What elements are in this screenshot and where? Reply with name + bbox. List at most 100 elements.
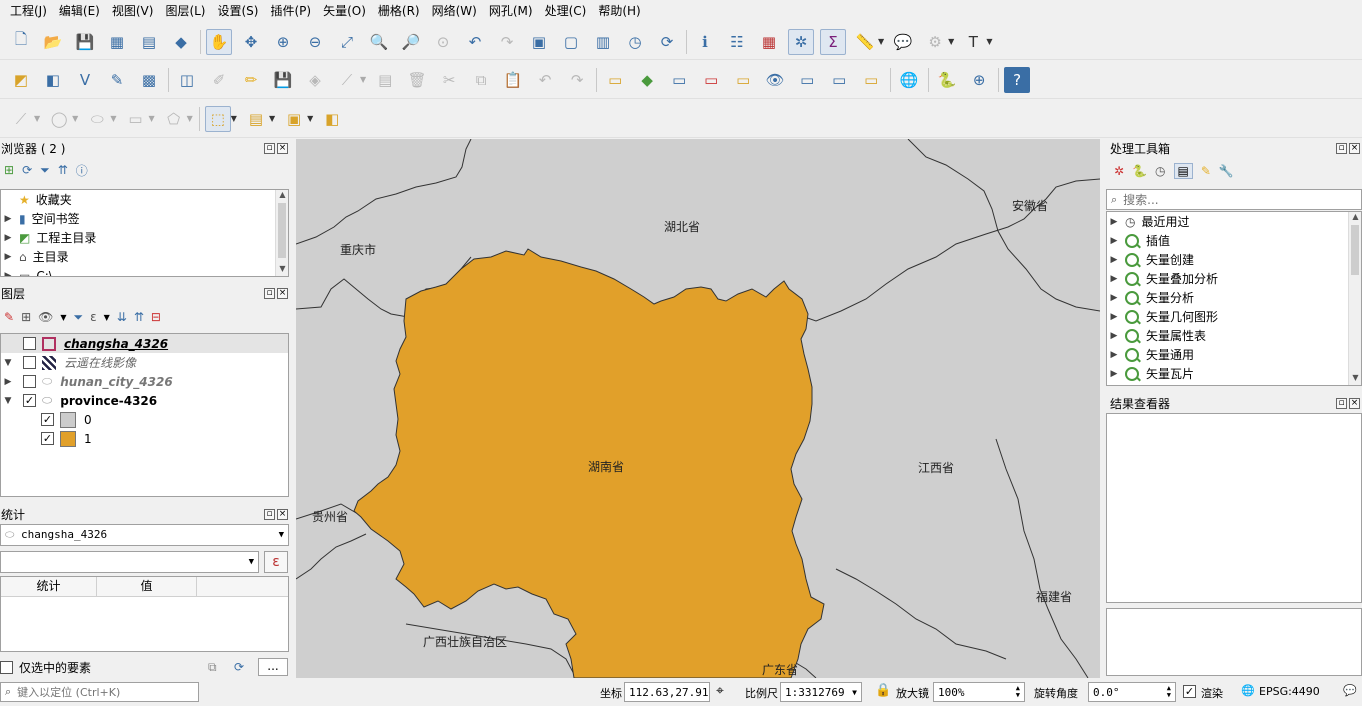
- highlight-labels-icon[interactable]: ▭: [698, 67, 724, 93]
- menu-edit[interactable]: 编辑(E): [53, 1, 106, 21]
- legend-checkbox[interactable]: ✓: [41, 432, 54, 445]
- processing-toolbox-icon[interactable]: ✲: [788, 28, 814, 55]
- zoom-in-icon[interactable]: ⊕: [270, 29, 296, 55]
- coord-field[interactable]: 112.63,27.91: [624, 682, 710, 702]
- stats-col-header[interactable]: 值: [97, 577, 197, 596]
- mouse-cursor-icon[interactable]: ⌖: [716, 683, 724, 699]
- layer-checkbox[interactable]: [23, 337, 36, 350]
- legend-item[interactable]: ✓ 0: [1, 410, 288, 429]
- measure-icon[interactable]: 📏: [852, 29, 878, 55]
- toolbox-scrollbar[interactable]: ▲ ▼: [1348, 212, 1361, 385]
- add-rectangle-icon[interactable]: ▭: [122, 106, 148, 132]
- browser-scrollbar[interactable]: ▲ ▼: [275, 190, 288, 276]
- change-label-icon[interactable]: ▭: [858, 67, 884, 93]
- layer-item[interactable]: changsha_4326: [1, 334, 288, 353]
- label-tool-icon[interactable]: ▭: [602, 67, 628, 93]
- pan-icon[interactable]: ✋: [206, 28, 232, 55]
- filter-icon[interactable]: ⏷: [40, 163, 50, 178]
- digitize-curve-icon[interactable]: ⟋: [8, 106, 34, 132]
- field-calculator-icon[interactable]: ▦: [756, 29, 782, 55]
- results-viewer-icon[interactable]: ▤: [1173, 163, 1193, 179]
- refresh-icon[interactable]: ⟳: [234, 660, 244, 674]
- messages-icon[interactable]: 💬: [1343, 684, 1357, 697]
- new-project-icon[interactable]: 🗋: [8, 29, 34, 55]
- collapse-all-icon[interactable]: ⇈: [58, 163, 68, 177]
- stats-field-select[interactable]: ▼: [0, 551, 259, 573]
- attribute-table-icon[interactable]: ☷: [724, 29, 750, 55]
- filter-legend-icon[interactable]: ⏷: [74, 310, 84, 325]
- add-raster-layer-icon[interactable]: ✎: [104, 67, 130, 93]
- browser-item[interactable]: ▶ ▭ C:\: [1, 266, 288, 277]
- menu-vector[interactable]: 矢量(O): [317, 1, 372, 21]
- new-geopackage-layer-icon[interactable]: ◧: [40, 67, 66, 93]
- pan-to-selection-icon[interactable]: ✥: [238, 29, 264, 55]
- menu-layer[interactable]: 图层(L): [159, 1, 211, 21]
- layer-checkbox[interactable]: [23, 356, 36, 369]
- statistical-summary-icon[interactable]: Σ: [820, 28, 846, 55]
- close-icon[interactable]: ×: [277, 287, 288, 299]
- layer-item[interactable]: ▼ 云遥在线影像: [1, 353, 288, 372]
- zoom-next-icon[interactable]: ↷: [494, 29, 520, 55]
- float-icon[interactable]: ▫: [1336, 142, 1347, 154]
- locator-input[interactable]: [17, 685, 188, 699]
- show-bookmarks-icon[interactable]: ▢: [558, 29, 584, 55]
- legend-item[interactable]: ✓ 1: [1, 429, 288, 448]
- open-project-icon[interactable]: 📂: [40, 29, 66, 55]
- menu-web[interactable]: 网络(W): [426, 1, 483, 21]
- zoom-full-icon[interactable]: ⤢: [334, 29, 360, 55]
- layer-checkbox[interactable]: [23, 375, 36, 388]
- style-manager-icon[interactable]: ◆: [168, 29, 194, 55]
- delete-selected-icon[interactable]: 🗑: [404, 67, 430, 93]
- menu-plugins[interactable]: 插件(P): [264, 1, 317, 21]
- toggle-editing-icon[interactable]: ✏: [238, 67, 264, 93]
- toolbox-item[interactable]: ▶ 矢量通用: [1107, 345, 1361, 364]
- data-source-manager-icon[interactable]: ◩: [8, 67, 34, 93]
- crs-globe-icon[interactable]: 🌐: [1241, 684, 1255, 697]
- identify-icon[interactable]: ℹ: [692, 29, 718, 55]
- select-by-value-icon[interactable]: ▤: [243, 106, 269, 132]
- add-vector-layer-icon[interactable]: V: [72, 67, 98, 93]
- options-icon[interactable]: 🔧: [1219, 164, 1234, 178]
- collapse-all-icon[interactable]: ⇈: [134, 310, 144, 324]
- text-annotation-icon[interactable]: T: [960, 29, 986, 55]
- close-icon[interactable]: ×: [277, 142, 288, 154]
- map-tips-icon[interactable]: 💬: [890, 29, 916, 55]
- close-icon[interactable]: ×: [1349, 397, 1360, 409]
- close-icon[interactable]: ×: [1349, 142, 1360, 154]
- menu-project[interactable]: 工程(J): [4, 1, 53, 21]
- cut-features-icon[interactable]: ✂: [436, 67, 462, 93]
- save-edits-icon[interactable]: 💾: [270, 67, 296, 93]
- filter-expression-icon[interactable]: ε: [90, 310, 97, 324]
- expand-all-icon[interactable]: ⇊: [117, 310, 127, 324]
- more-button[interactable]: ...: [258, 658, 288, 676]
- zoom-to-selection-icon[interactable]: 🔍: [366, 29, 392, 55]
- browser-item[interactable]: ▶ ⌂ 主目录: [1, 247, 288, 266]
- models-icon[interactable]: ✲: [1114, 164, 1124, 178]
- add-selected-layers-icon[interactable]: ⊞: [4, 163, 14, 177]
- redo-icon[interactable]: ↷: [564, 67, 590, 93]
- toolbox-item[interactable]: ▶ 矢量分析: [1107, 288, 1361, 307]
- zoom-to-layer-icon[interactable]: 🔎: [398, 29, 424, 55]
- properties-icon[interactable]: ⓘ: [76, 162, 88, 179]
- move-label-icon[interactable]: ▭: [730, 67, 756, 93]
- menu-processing[interactable]: 处理(C): [539, 1, 593, 21]
- network-icon[interactable]: ⊕: [966, 67, 992, 93]
- remove-layer-icon[interactable]: ⊟: [151, 310, 161, 324]
- lock-icon[interactable]: 🔒: [875, 683, 891, 698]
- stats-col-header[interactable]: 统计: [1, 577, 97, 596]
- toolbox-item[interactable]: ▶ 矢量创建: [1107, 250, 1361, 269]
- copy-icon[interactable]: ⧉: [208, 660, 217, 675]
- temporal-controller-icon[interactable]: ◷: [622, 29, 648, 55]
- toolbox-item[interactable]: ▶ 矢量属性表: [1107, 326, 1361, 345]
- move-label-arrow-icon[interactable]: ▭: [794, 67, 820, 93]
- expression-button[interactable]: ε: [264, 551, 288, 573]
- plugin-globe-icon[interactable]: 🌐: [896, 67, 922, 93]
- layer-styling-icon[interactable]: ✎: [4, 310, 14, 324]
- help-icon[interactable]: ?: [1004, 66, 1031, 93]
- float-icon[interactable]: ▫: [264, 142, 275, 154]
- toolbox-search-input[interactable]: [1123, 192, 1324, 207]
- layout-manager-icon[interactable]: ▤: [136, 29, 162, 55]
- stats-layer-select[interactable]: ⬭ changsha_4326 ▼: [0, 524, 289, 546]
- refresh-icon[interactable]: ⟳: [654, 29, 680, 55]
- select-features-icon[interactable]: ⬚: [204, 105, 231, 132]
